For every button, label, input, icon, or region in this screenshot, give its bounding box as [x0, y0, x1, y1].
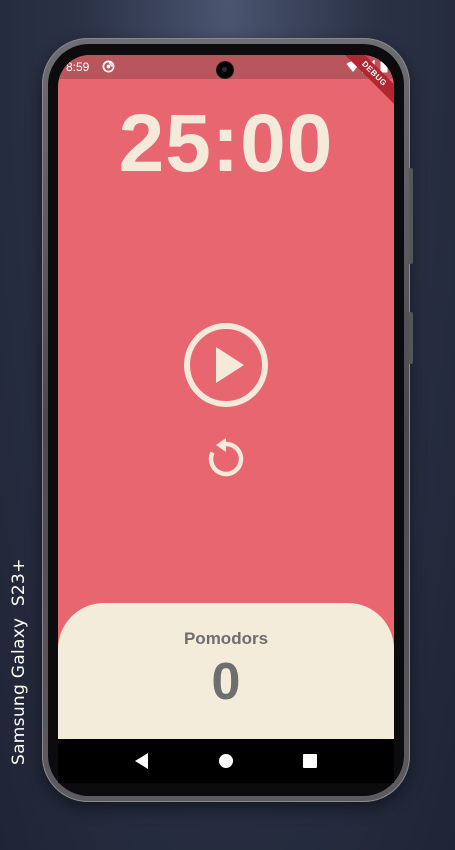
app-screen: 8:59 DEBUG 25:00 Pomodors 0	[58, 55, 394, 739]
app-notification-icon	[102, 60, 115, 73]
play-button[interactable]	[182, 321, 270, 409]
back-icon[interactable]	[132, 751, 152, 771]
recents-icon[interactable]	[300, 751, 320, 771]
navigation-bar	[58, 739, 394, 783]
pomodoro-panel: Pomodors 0	[58, 603, 394, 739]
pomodoro-label: Pomodors	[183, 629, 269, 648]
status-time: 8:59	[66, 60, 90, 74]
volume-button	[409, 312, 413, 364]
home-icon[interactable]	[216, 751, 236, 771]
power-button	[409, 168, 413, 264]
front-camera	[217, 62, 233, 78]
device-label: Samsung Galaxy S23+	[9, 558, 29, 765]
reset-icon	[208, 438, 244, 477]
play-circle-icon	[184, 323, 268, 407]
pomodoro-count: 0	[211, 653, 241, 711]
reset-button[interactable]	[204, 437, 248, 481]
timer-display: 25:00	[118, 98, 334, 189]
